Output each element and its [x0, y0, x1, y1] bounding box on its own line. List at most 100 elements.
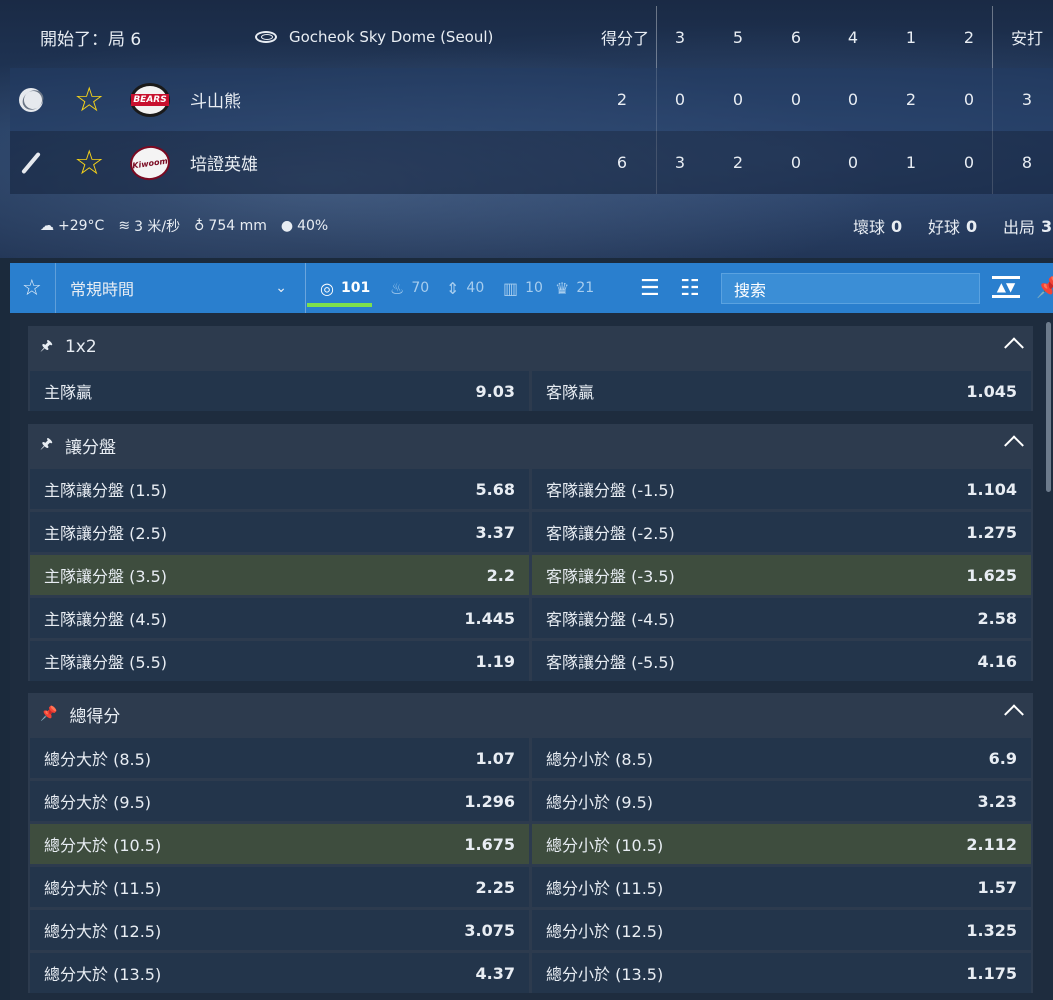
chevron-up-icon[interactable] — [1004, 704, 1024, 725]
humidity-icon: ● — [280, 218, 294, 234]
venue-name: Gocheok Sky Dome (Seoul) — [289, 28, 494, 46]
inning-header: 5 — [732, 27, 744, 47]
inning-score: 0 — [963, 90, 975, 109]
period-value: 常規時間 — [70, 280, 135, 299]
market-title: 總得分 — [69, 706, 121, 727]
odd-button[interactable]: 客隊讓分盤 (-3.5) 1.625 — [532, 555, 1031, 595]
chevron-up-icon[interactable] — [1004, 435, 1024, 456]
odd-button[interactable]: 客隊讓分盤 (-1.5) 1.104 — [532, 469, 1031, 509]
inning-score: 0 — [674, 90, 686, 109]
odd-button[interactable]: 客隊讓分盤 (-5.5) 4.16 — [532, 641, 1031, 681]
favorite-star-icon[interactable]: ☆ — [74, 146, 104, 180]
scoreboard: 開始了：局 6 Gocheok Sky Dome (Seoul) 得分了 3 5… — [0, 0, 1053, 258]
pin-icon[interactable]: 🖈 — [40, 433, 53, 457]
stadium-icon — [255, 31, 277, 43]
odds-row: 主隊贏 9.03 客隊贏 1.045 — [28, 371, 1033, 411]
list-view-icon[interactable]: ☰ — [640, 263, 660, 313]
market-totals: 📌 總得分 總分大於 (8.5) 1.07 總分小於 (8.5) 6.9 總分大於 … — [28, 693, 1033, 993]
scrollbar[interactable] — [1046, 322, 1051, 492]
market-header[interactable]: 🖈 1x2 — [28, 326, 1033, 368]
active-filter-underline — [307, 303, 372, 307]
inning-score: 0 — [790, 90, 802, 109]
wind-speed: 3 米/秒 — [134, 219, 181, 235]
temperature: +29°C — [58, 218, 105, 234]
team-total: 2 — [616, 90, 628, 109]
target-icon: ◎ — [320, 278, 334, 298]
odd-button[interactable]: 主隊讓分盤 (3.5) 2.2 — [30, 555, 529, 595]
cloud-icon: ☁ — [40, 218, 54, 234]
odd-button[interactable]: 總分小於 (12.5) 1.325 — [532, 910, 1031, 950]
search-input[interactable]: 搜索 — [721, 273, 980, 304]
score-label: 得分了 — [600, 29, 649, 48]
odd-button[interactable]: 總分小於 (13.5) 1.175 — [532, 953, 1031, 993]
odd-button[interactable]: 主隊讓分盤 (4.5) 1.445 — [30, 598, 529, 638]
market-header[interactable]: 📌 總得分 — [28, 693, 1033, 735]
inning-score: 2 — [732, 153, 744, 172]
markets-list: 🖈 1x2 主隊贏 9.03 客隊贏 1.045 🖈 讓分盤 主隊讓分盤 (1.5)… — [10, 313, 1053, 1000]
filter-totals[interactable]: ⇕ 40 — [446, 263, 484, 313]
odd-button[interactable]: 總分小於 (10.5) 2.112 — [532, 824, 1031, 864]
venue: Gocheok Sky Dome (Seoul) — [255, 28, 493, 46]
trophy-icon: ♛ — [555, 278, 570, 298]
humidity: 40% — [297, 218, 329, 234]
columns-view-icon[interactable]: ☷ — [680, 263, 700, 313]
chevron-up-icon[interactable] — [1004, 337, 1024, 358]
odd-button[interactable]: 總分大於 (12.5) 3.075 — [30, 910, 529, 950]
odd-button[interactable]: 總分小於 (9.5) 3.23 — [532, 781, 1031, 821]
period-select[interactable]: 常規時間 ⌄ — [55, 263, 305, 313]
odds-row: 主隊讓分盤 (2.5) 3.37 客隊讓分盤 (-2.5) 1.275 — [28, 512, 1033, 552]
odds-row: 總分大於 (9.5) 1.296 總分小於 (9.5) 3.23 — [28, 781, 1033, 821]
odd-button[interactable]: 總分小於 (8.5) 6.9 — [532, 738, 1031, 778]
inning-score: 1 — [905, 153, 917, 172]
team-row-home: ☆ BEARS 斗山熊 2 0 0 0 0 2 0 3 — [10, 68, 1053, 131]
filter-popular[interactable]: ♨ 70 — [390, 263, 429, 313]
odds-row: 總分大於 (11.5) 2.25 總分小於 (11.5) 1.57 — [28, 867, 1033, 907]
team-hits: 3 — [1021, 90, 1033, 109]
odd-button[interactable]: 主隊贏 9.03 — [30, 371, 529, 411]
odd-button[interactable]: 主隊讓分盤 (5.5) 1.19 — [30, 641, 529, 681]
favorite-star-icon[interactable]: ☆ — [74, 83, 104, 117]
odd-button[interactable]: 總分小於 (11.5) 1.57 — [532, 867, 1031, 907]
odds-row: 主隊讓分盤 (4.5) 1.445 客隊讓分盤 (-4.5) 2.58 — [28, 598, 1033, 638]
odd-button[interactable]: 總分大於 (8.5) 1.07 — [30, 738, 529, 778]
bat-icon — [18, 150, 44, 176]
pin-icon[interactable]: 📌 — [40, 706, 57, 722]
filter-stats[interactable]: ▥ 10 — [503, 263, 543, 313]
inning-score: 2 — [905, 90, 917, 109]
inning-header: 6 — [790, 27, 802, 47]
inning-score: 0 — [790, 153, 802, 172]
odds-row: 總分大於 (8.5) 1.07 總分小於 (8.5) 6.9 — [28, 738, 1033, 778]
inning-score: 3 — [674, 153, 686, 172]
odds-row: 主隊讓分盤 (3.5) 2.2 客隊讓分盤 (-3.5) 1.625 — [28, 555, 1033, 595]
market-1x2: 🖈 1x2 主隊贏 9.03 客隊贏 1.045 — [28, 326, 1033, 411]
scoreboard-header-row: 開始了：局 6 Gocheok Sky Dome (Seoul) 得分了 3 5… — [10, 6, 1053, 68]
inning-header: 4 — [847, 27, 859, 47]
favorites-star-icon[interactable]: ☆ — [22, 276, 42, 301]
inning-header: 3 — [674, 27, 686, 47]
pin-icon[interactable]: 📌 — [1036, 275, 1053, 299]
collapse-all-icon[interactable]: ▲▼ — [992, 276, 1020, 298]
team-row-away: ☆ Kiwoom 培證英雄 6 3 2 0 0 1 0 8 — [10, 131, 1053, 194]
odd-button[interactable]: 總分大於 (9.5) 1.296 — [30, 781, 529, 821]
odd-button[interactable]: 客隊讓分盤 (-4.5) 2.58 — [532, 598, 1031, 638]
odd-button[interactable]: 客隊讓分盤 (-2.5) 1.275 — [532, 512, 1031, 552]
baseball-icon — [18, 87, 44, 113]
market-header[interactable]: 🖈 讓分盤 — [28, 424, 1033, 466]
odd-button[interactable]: 總分大於 (13.5) 4.37 — [30, 953, 529, 993]
wind-icon: ≋ — [118, 218, 131, 234]
odd-button[interactable]: 總分大於 (11.5) 2.25 — [30, 867, 529, 907]
odd-button[interactable]: 客隊贏 1.045 — [532, 371, 1031, 411]
team-total: 6 — [616, 153, 628, 172]
inning-header: 1 — [905, 27, 917, 47]
pressure-icon: ♁ — [194, 218, 205, 234]
inning-score: 0 — [732, 90, 744, 109]
team-hits: 8 — [1021, 153, 1033, 172]
inning-score: 0 — [963, 153, 975, 172]
weather-row: ☁ +29°C ≋ 3 米/秒 ♁ 754 mm ● 40% 壞球 0 好球 0 出局 3 — [10, 194, 1053, 258]
odd-button[interactable]: 主隊讓分盤 (2.5) 3.37 — [30, 512, 529, 552]
filter-special[interactable]: ♛ 21 — [555, 263, 594, 313]
odd-button[interactable]: 主隊讓分盤 (1.5) 5.68 — [30, 469, 529, 509]
team-name: 斗山熊 — [190, 92, 241, 112]
pin-icon[interactable]: 🖈 — [40, 335, 53, 359]
odd-button[interactable]: 總分大於 (10.5) 1.675 — [30, 824, 529, 864]
